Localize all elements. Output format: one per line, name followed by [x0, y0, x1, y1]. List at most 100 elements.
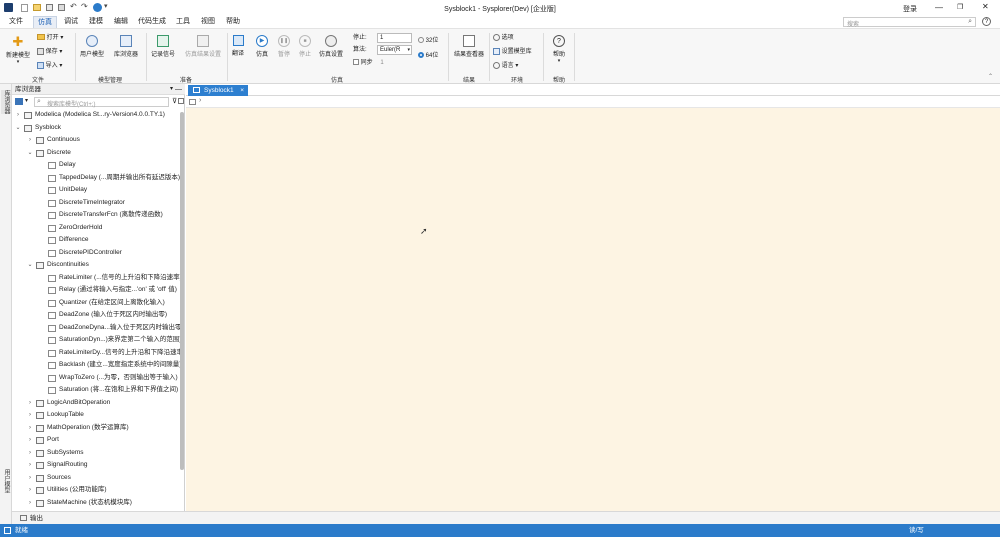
collapse-ribbon-icon[interactable]: ⌃	[988, 73, 993, 80]
help-circle-icon[interactable]: ?	[982, 17, 991, 26]
menu-view[interactable]: 视图	[197, 16, 219, 28]
library-search-input[interactable]: ⌕ 搜索库模型(Ctrl+;)	[34, 97, 169, 108]
library-browser-button[interactable]: 库浏览器	[110, 35, 142, 58]
stop-button[interactable]: ■ 停止	[296, 35, 314, 58]
stop-time-input[interactable]: 1	[377, 33, 412, 43]
tree-item[interactable]: › Modelica (Modelica St...ry-Version4.0.0…	[12, 109, 180, 122]
tree-item[interactable]: Quantizer (在给定区间上离散化输入)	[12, 297, 180, 310]
menu-tools[interactable]: 工具	[172, 16, 194, 28]
tree-item[interactable]: DiscreteTimeIntegrator	[12, 197, 180, 210]
translate-button[interactable]: 翻译	[229, 35, 247, 57]
bit32-radio[interactable]: 32位	[418, 35, 438, 47]
menu-file[interactable]: 文件	[5, 16, 27, 28]
tree-item[interactable]: Relay (通过将输入与指定...'on' 或 'off' 值)	[12, 284, 180, 297]
chevron-right-icon[interactable]: ›	[14, 109, 22, 122]
chevron-right-icon[interactable]: ›	[26, 422, 34, 435]
save-button[interactable]: 保存 ▾	[37, 46, 62, 58]
help-button[interactable]: ? 帮助 ▾	[549, 35, 569, 64]
chevron-right-icon[interactable]: ›	[26, 134, 34, 147]
pause-button[interactable]: ❚❚ 暂停	[275, 35, 293, 58]
chevron-down-icon[interactable]: ▾	[25, 97, 28, 104]
algorithm-select[interactable]: Euler(R ▾	[377, 45, 412, 55]
new-model-button[interactable]: ✚ 新建模型 ▾	[4, 35, 32, 65]
language-button[interactable]: 语言 ▾	[493, 60, 518, 72]
chevron-right-icon[interactable]: ›	[26, 472, 34, 485]
tree-item[interactable]: › Utilities (公用功能库)	[12, 484, 180, 497]
close-button[interactable]: ✕	[982, 2, 989, 11]
chevron-right-icon[interactable]: ›	[26, 484, 34, 497]
chevron-right-icon[interactable]: ›	[26, 497, 34, 510]
tree-item[interactable]: Backlash (建立...宽度指定系统中的间隙量)	[12, 359, 180, 372]
chevron-right-icon[interactable]: ›	[26, 459, 34, 472]
tree-item[interactable]: › SignalRouting	[12, 459, 180, 472]
panel-menu-icon[interactable]: ▾	[170, 84, 173, 95]
tree-item[interactable]: SaturationDyn...)来界定第二个输入的范围)	[12, 334, 180, 347]
chevron-down-icon[interactable]: ⌄	[26, 147, 34, 160]
result-viewer-button[interactable]: 结果查看器	[452, 35, 486, 58]
sync-checkbox[interactable]	[353, 59, 359, 66]
user-model-button[interactable]: 用户模型	[79, 35, 105, 58]
tree-item[interactable]: ⌄ Discontinuities	[12, 259, 180, 272]
menu-simulation[interactable]: 仿真	[33, 16, 57, 28]
import-button[interactable]: 导入 ▾	[37, 60, 62, 72]
tree-item[interactable]: UnitDelay	[12, 184, 180, 197]
sim-settings-button[interactable]: 仿真设置	[316, 35, 346, 58]
tree-item[interactable]: › MathOperation (数学运算库)	[12, 422, 180, 435]
chevron-right-icon[interactable]: ›	[26, 409, 34, 422]
tab-sysblock1[interactable]: Sysblock1 ×	[188, 85, 248, 96]
chevron-down-icon[interactable]: ⌄	[26, 259, 34, 272]
options-button[interactable]: 选项	[493, 32, 514, 44]
chevron-right-icon[interactable]: ›	[26, 434, 34, 447]
modeling-canvas[interactable]: ➚	[186, 108, 1000, 511]
menu-codegen[interactable]: 代码生成	[135, 16, 169, 28]
chevron-down-icon[interactable]: ⌄	[14, 122, 22, 135]
restore-button[interactable]: ❐	[957, 3, 963, 11]
menu-debug[interactable]: 调试	[60, 16, 82, 28]
tree-item[interactable]: ⌄ Discrete	[12, 147, 180, 160]
sync-checkbox-row[interactable]: 同步 1	[353, 57, 384, 69]
tree-item[interactable]: DiscreteTransferFcn (离散传递函数)	[12, 209, 180, 222]
user-model-side-tab[interactable]: 用户模型	[1, 469, 11, 493]
tree-item[interactable]: › StateMachine (状态机模块库)	[12, 497, 180, 510]
library-browser-side-tab[interactable]: 库浏览器	[1, 90, 11, 114]
tree-item[interactable]: › Sources	[12, 472, 180, 485]
bit64-radio[interactable]: 64位	[418, 50, 438, 62]
tree-item[interactable]: TappedDelay (...周期并输出所有延迟版本)	[12, 172, 180, 185]
library-tree-scrollbar[interactable]	[180, 112, 184, 470]
tree-item[interactable]: Delay	[12, 159, 180, 172]
chevron-right-icon[interactable]: ›	[26, 397, 34, 410]
tree-item[interactable]: DiscretePIDController	[12, 247, 180, 260]
tree-item[interactable]: DeadZone (输入位于死区内时输出零)	[12, 309, 180, 322]
tree-item[interactable]: RateLimiter (...信号的上升沿和下降沿速率)	[12, 272, 180, 285]
simulate-button[interactable]: ▶ 仿真	[253, 35, 271, 58]
filter-icon[interactable]: ⊽	[172, 97, 177, 105]
tree-item[interactable]: › LogicAndBitOperation	[12, 397, 180, 410]
tree-item[interactable]: Saturation (将...在饱和上界和下界值之间)	[12, 384, 180, 397]
model-path-icon[interactable]	[189, 99, 196, 105]
tree-item[interactable]: RateLimiterDy...信号的上升沿和下降沿速率)	[12, 347, 180, 360]
tree-item[interactable]: WrapToZero (...为零，否则输出等于输入)	[12, 372, 180, 385]
tab-close-icon[interactable]: ×	[240, 85, 244, 96]
library-view-icon[interactable]	[15, 98, 23, 105]
menu-edit[interactable]: 编辑	[110, 16, 132, 28]
collapse-all-icon[interactable]	[178, 98, 184, 104]
login-link[interactable]: 登录	[903, 4, 917, 14]
tree-item[interactable]: › SubSystems	[12, 447, 180, 460]
tree-item[interactable]: ⌄ Sysblock	[12, 122, 180, 135]
menu-help[interactable]: 帮助	[222, 16, 244, 28]
record-signal-button[interactable]: 记录信号	[148, 35, 178, 58]
sim-result-settings-button[interactable]: 仿真结果设置	[181, 35, 225, 58]
global-search-input[interactable]: 搜索 ⌕	[843, 17, 976, 28]
tree-item[interactable]: ZeroOrderHold	[12, 222, 180, 235]
panel-close-icon[interactable]: —	[175, 84, 182, 95]
model-lib-settings-button[interactable]: 设置模型库	[493, 46, 532, 58]
tree-item[interactable]: › LookupTable	[12, 409, 180, 422]
minimize-button[interactable]: —	[935, 3, 943, 12]
tree-item[interactable]: › Port	[12, 434, 180, 447]
menu-modeling[interactable]: 建模	[85, 16, 107, 28]
open-button[interactable]: 打开 ▾	[37, 32, 63, 44]
tree-item[interactable]: › Continuous	[12, 134, 180, 147]
chevron-right-icon[interactable]: ›	[26, 447, 34, 460]
tree-item[interactable]: DeadZoneDyna...输入位于死区内时输出零)	[12, 322, 180, 335]
tree-item[interactable]: Difference	[12, 234, 180, 247]
